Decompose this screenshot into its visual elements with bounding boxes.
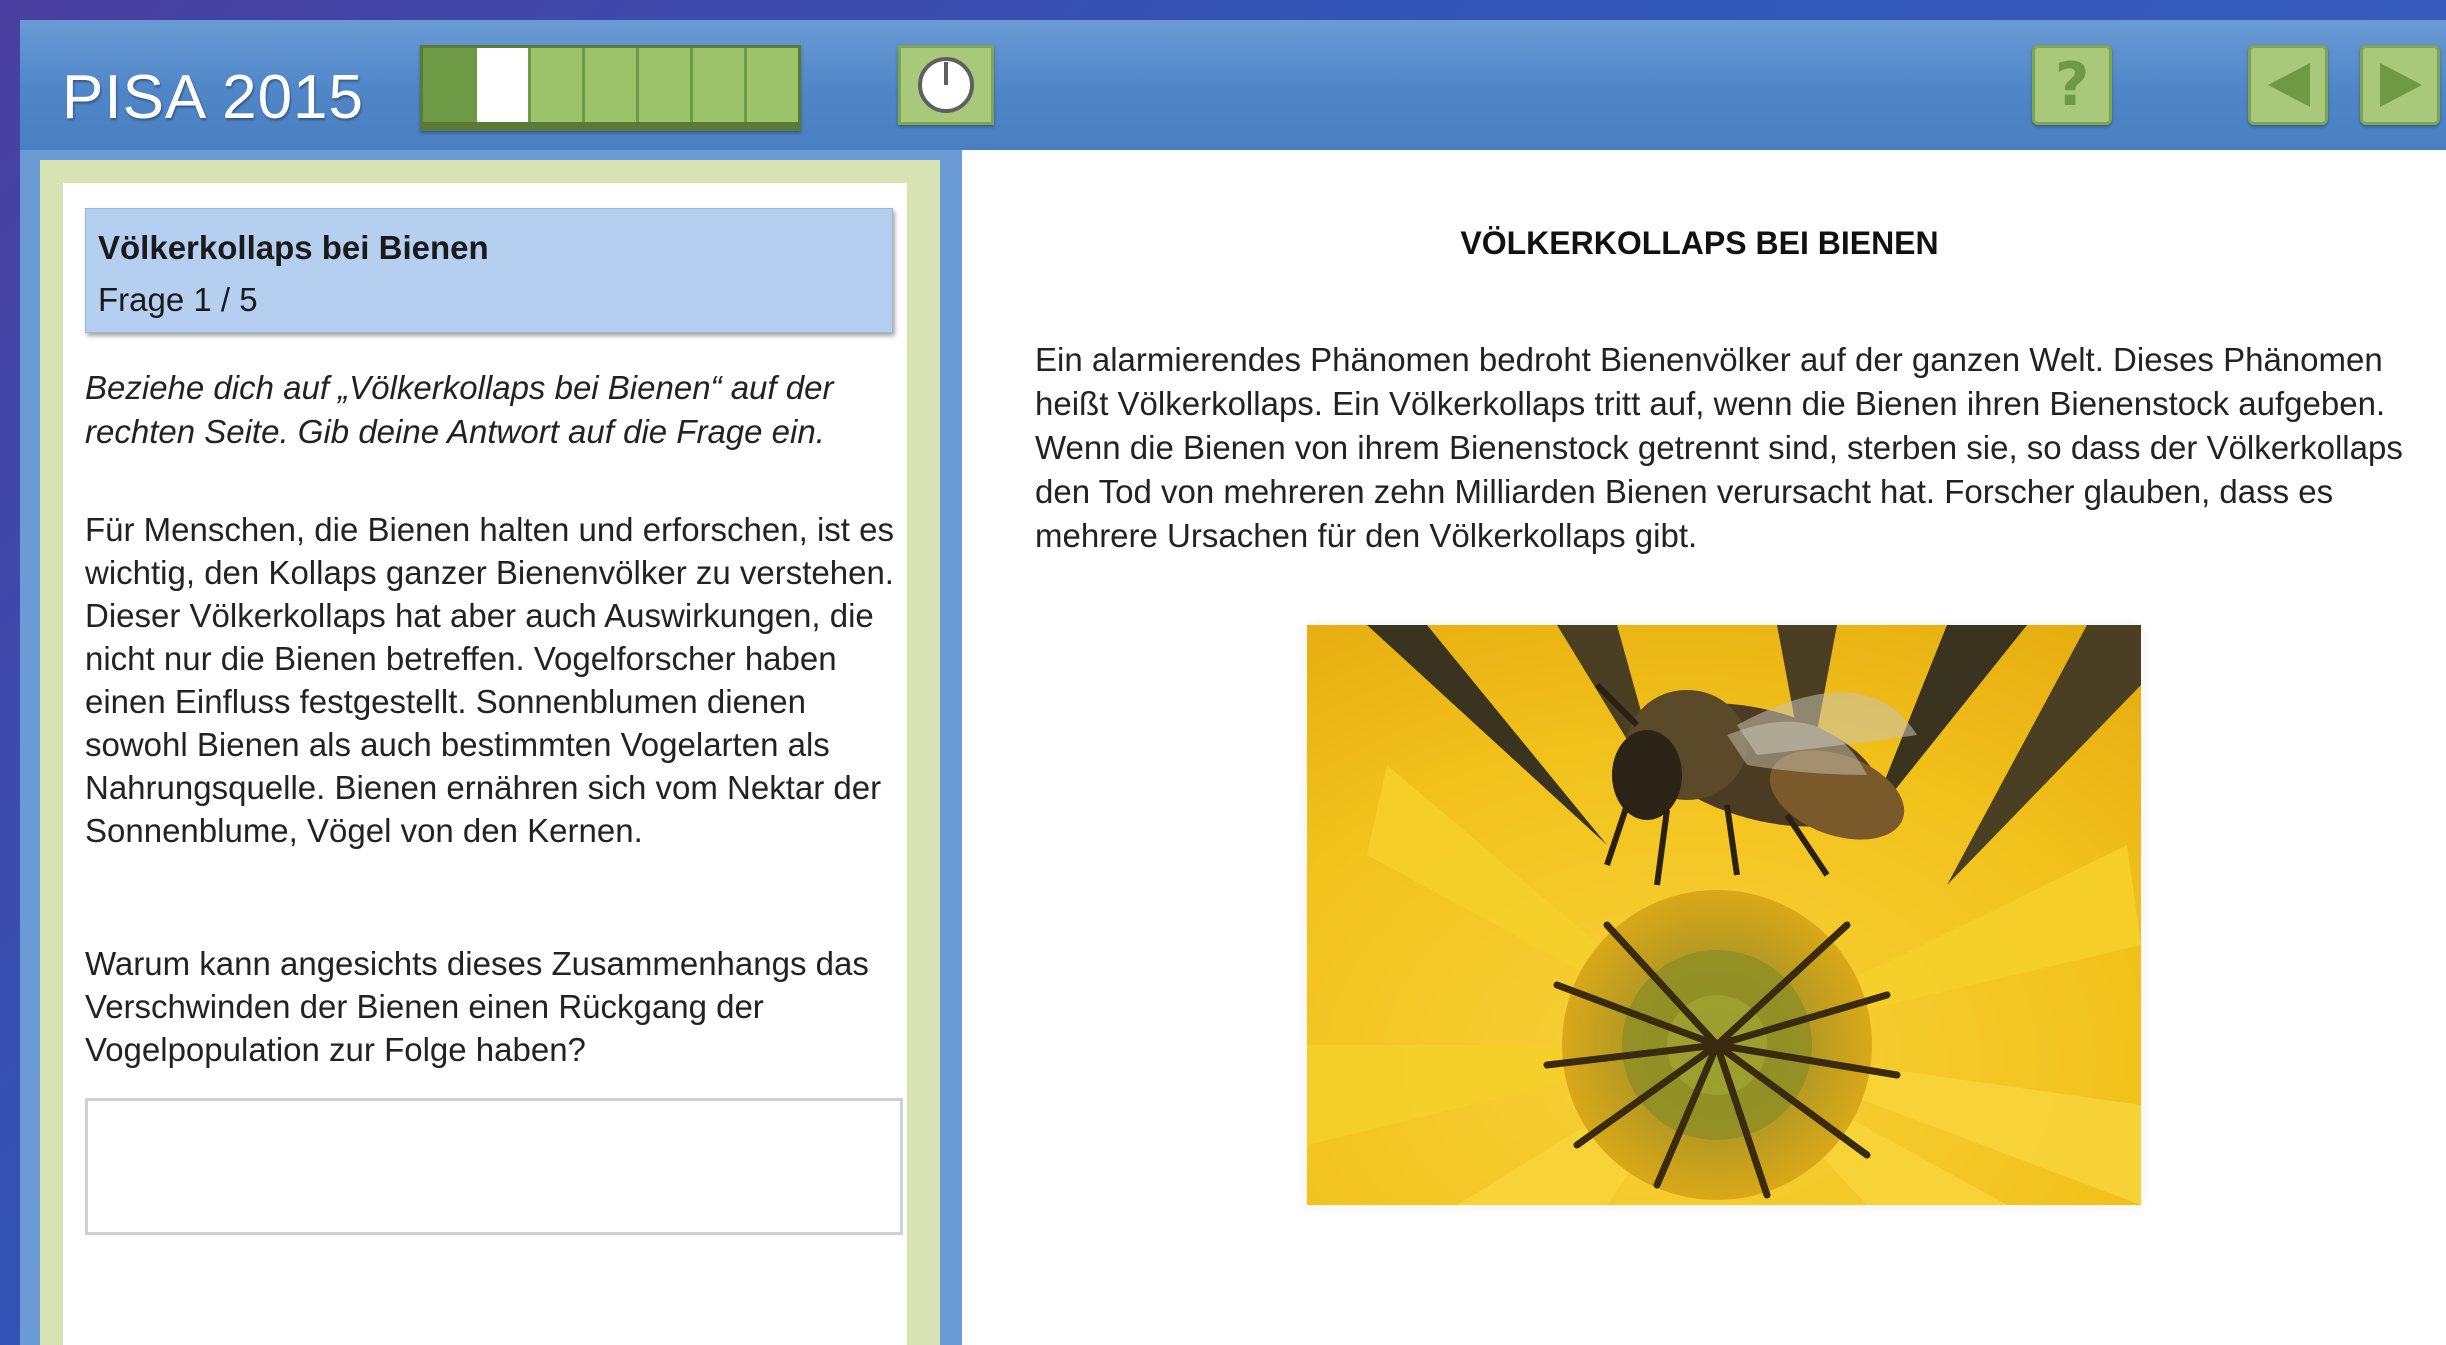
progress-segment	[744, 48, 798, 122]
question-counter: Frage 1 / 5	[98, 281, 258, 318]
unit-progress-bar	[420, 45, 801, 131]
top-bar: PISA 2015 ?	[20, 20, 2446, 150]
progress-segment	[582, 48, 636, 122]
screen-background: PISA 2015 ? Völkerkollaps bei Bienen Fra…	[0, 0, 2446, 1345]
question-pane-border: Völkerkollaps bei Bienen Frage 1 / 5 Bez…	[40, 160, 940, 1345]
timer-button[interactable]	[898, 45, 994, 125]
triangle-right-icon	[2380, 63, 2422, 107]
progress-segment-current	[474, 48, 528, 122]
triangle-left-icon	[2268, 63, 2310, 107]
back-button[interactable]	[2248, 45, 2328, 125]
question-header: Völkerkollaps bei Bienen Frage 1 / 5	[85, 208, 893, 333]
clock-icon	[918, 57, 974, 113]
next-button[interactable]	[2360, 45, 2440, 125]
help-button[interactable]: ?	[2032, 45, 2112, 125]
pisa-test-window: PISA 2015 ? Völkerkollaps bei Bienen Fra…	[20, 20, 2446, 1345]
progress-segment	[528, 48, 582, 122]
progress-segment	[636, 48, 690, 122]
question-pane: Völkerkollaps bei Bienen Frage 1 / 5 Bez…	[20, 150, 950, 1345]
progress-segment-completed	[423, 48, 474, 122]
bee-on-sunflower-photo	[1307, 625, 2141, 1205]
question-title: Völkerkollaps bei Bienen	[98, 229, 489, 266]
stimulus-pane: VÖLKERKOLLAPS BEI BIENEN Ein alarmierend…	[950, 150, 2446, 1345]
progress-segment	[690, 48, 744, 122]
brand-title: PISA 2015	[62, 63, 365, 132]
help-icon: ?	[2054, 50, 2090, 120]
question-context: Für Menschen, die Bienen halten und erfo…	[85, 511, 894, 849]
question-content: Völkerkollaps bei Bienen Frage 1 / 5 Bez…	[63, 183, 907, 1345]
question-prompt: Warum kann angesichts dieses Zusammenhan…	[85, 945, 869, 1068]
article-title: VÖLKERKOLLAPS BEI BIENEN	[1460, 225, 1939, 261]
question-instruction: Beziehe dich auf „Völkerkollaps bei Bien…	[85, 369, 834, 450]
answer-input[interactable]	[85, 1098, 903, 1235]
article-body: Ein alarmierendes Phänomen bedroht Biene…	[1035, 341, 2403, 554]
